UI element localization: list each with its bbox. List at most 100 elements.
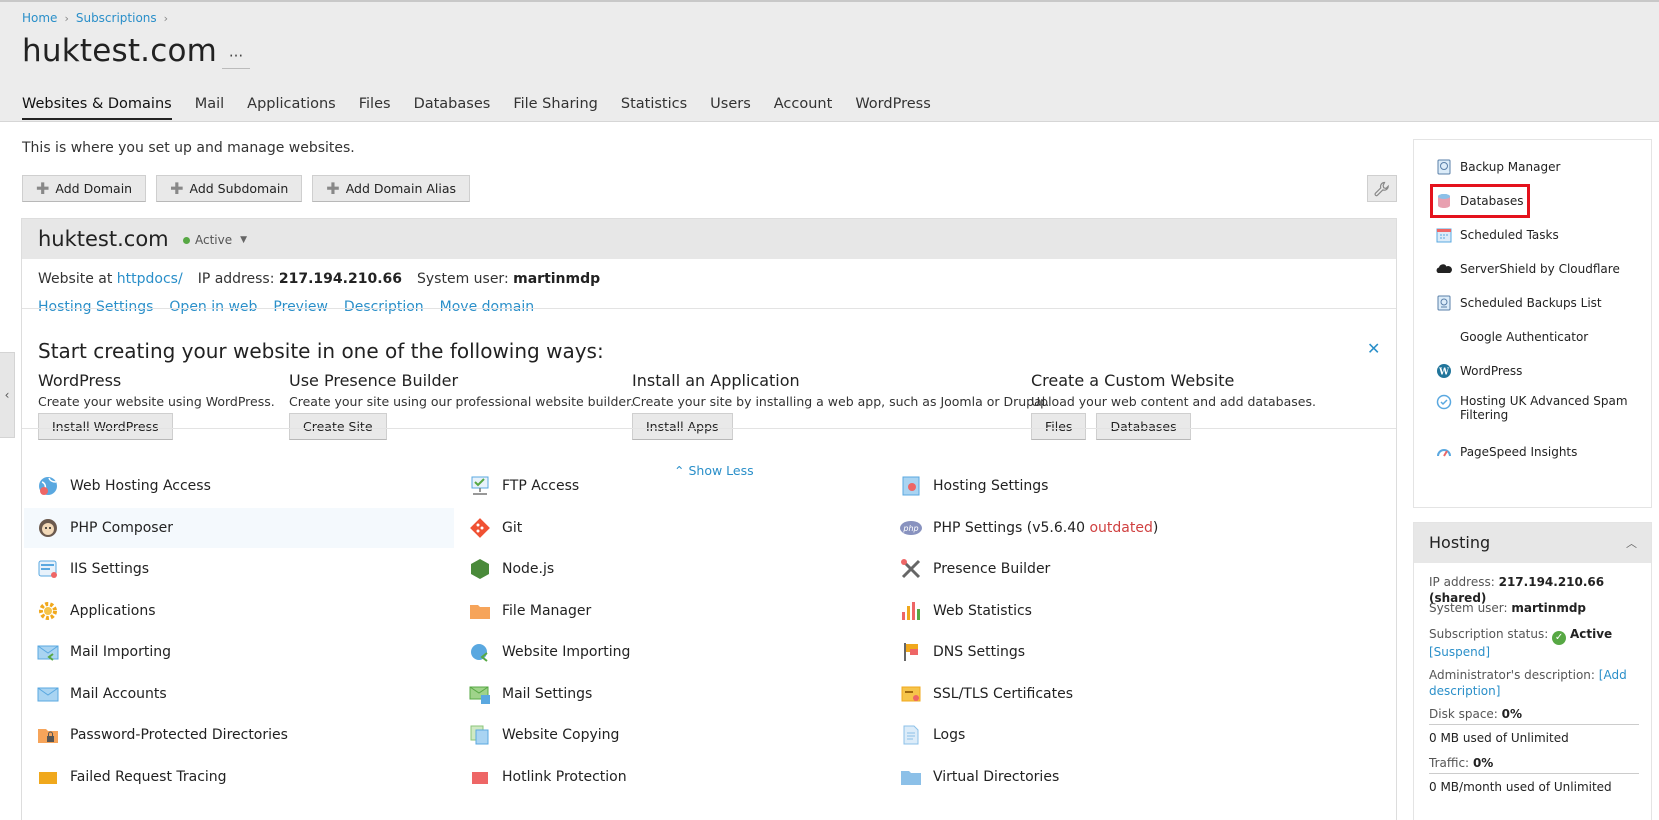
system-user-value: martinmdp xyxy=(513,271,601,287)
files-button[interactable]: Files xyxy=(1031,413,1087,440)
side-item-backup-manager[interactable]: Backup Manager xyxy=(1436,156,1560,178)
install-apps-button[interactable]: Install Apps xyxy=(632,413,733,440)
move-domain-link[interactable]: Move domain xyxy=(440,299,534,315)
hosting-traffic-used: 0 MB/month used of Unlimited xyxy=(1429,780,1612,794)
tab-files[interactable]: Files xyxy=(359,96,391,120)
tab-websites-domains[interactable]: Websites & Domains xyxy=(22,96,172,120)
hosting-subscription-status: Subscription status: ✓ Active [Suspend] xyxy=(1429,627,1613,659)
side-item-google-authenticator[interactable]: Google Authenticator xyxy=(1436,326,1588,348)
plus-icon: ✚ xyxy=(170,178,184,198)
tab-users[interactable]: Users xyxy=(710,96,751,120)
tool-mail-importing[interactable]: Mail Importing xyxy=(24,632,454,672)
tab-wordpress[interactable]: WordPress xyxy=(855,96,930,120)
mail-settings-icon xyxy=(468,682,492,706)
traffic-usage-bar xyxy=(1429,773,1639,774)
tool-iis-settings[interactable]: IIS Settings xyxy=(24,549,454,589)
status-dropdown[interactable]: Active ▼ xyxy=(183,233,247,247)
git-icon xyxy=(468,516,492,540)
tool-git[interactable]: Git xyxy=(456,508,876,548)
tool-hosting-settings[interactable]: Hosting Settings xyxy=(887,466,1307,506)
hosting-settings-icon xyxy=(899,474,923,498)
tool-applications[interactable]: Applications xyxy=(24,591,454,631)
open-in-web-link[interactable]: Open in web xyxy=(169,299,257,315)
preview-link[interactable]: Preview xyxy=(273,299,328,315)
mail-import-icon xyxy=(36,640,60,664)
tab-applications[interactable]: Applications xyxy=(247,96,336,120)
hosting-system-user: System user: martinmdp xyxy=(1429,601,1587,615)
ip-label: IP address: xyxy=(197,271,275,287)
globe-import-icon xyxy=(468,640,492,664)
suspend-link[interactable]: [Suspend] xyxy=(1429,645,1490,659)
composer-icon xyxy=(36,516,60,540)
hosting-settings-link[interactable]: Hosting Settings xyxy=(38,299,153,315)
breadcrumb-subscriptions[interactable]: Subscriptions xyxy=(76,11,157,25)
svg-text:php: php xyxy=(902,524,918,533)
folder-icon xyxy=(899,765,923,789)
tool-file-manager[interactable]: File Manager xyxy=(456,591,876,631)
tool-dns-settings[interactable]: DNS Settings xyxy=(887,632,1307,672)
databases-button[interactable]: Databases xyxy=(1096,413,1191,440)
tab-mail[interactable]: Mail xyxy=(195,96,224,120)
side-item-pagespeed[interactable]: PageSpeed Insights xyxy=(1436,441,1577,463)
page-title: huktest.com xyxy=(22,33,218,69)
chevron-left-icon: ‹ xyxy=(4,388,10,402)
globe-user-icon xyxy=(36,474,60,498)
wrench-icon[interactable] xyxy=(1367,175,1397,202)
side-item-wordpress[interactable]: W WordPress xyxy=(1436,360,1522,382)
side-item-spam-filtering[interactable]: Hosting UK Advanced Spam Filtering xyxy=(1436,394,1636,423)
side-item-scheduled-backups[interactable]: Scheduled Backups List xyxy=(1436,292,1602,314)
tab-account[interactable]: Account xyxy=(774,96,833,120)
tool-presence-builder[interactable]: Presence Builder xyxy=(887,549,1307,589)
tool-hotlink-protection[interactable]: Hotlink Protection xyxy=(456,757,876,797)
tool-ssl-certificates[interactable]: SSL/TLS Certificates xyxy=(887,674,1307,714)
tool-website-importing[interactable]: Website Importing xyxy=(456,632,876,672)
tool-logs[interactable]: Logs xyxy=(887,715,1307,755)
close-icon[interactable]: ✕ xyxy=(1367,339,1380,358)
database-icon xyxy=(1436,193,1452,209)
tool-website-copying[interactable]: Website Copying xyxy=(456,715,876,755)
create-site-button[interactable]: Create Site xyxy=(289,413,387,440)
chevron-down-icon: ▼ xyxy=(240,235,248,245)
tool-failed-request-tracing[interactable]: Failed Request Tracing xyxy=(24,757,454,797)
tab-databases[interactable]: Databases xyxy=(414,96,491,120)
add-subdomain-button[interactable]: ✚ Add Subdomain xyxy=(156,175,303,202)
chevron-right-icon: › xyxy=(163,11,169,25)
main-tabs: Websites & Domains Mail Applications Fil… xyxy=(22,96,931,120)
plus-icon: ✚ xyxy=(36,178,50,198)
add-domain-alias-button[interactable]: ✚ Add Domain Alias xyxy=(312,175,471,202)
description-link[interactable]: Description xyxy=(344,299,424,315)
tool-web-statistics[interactable]: Web Statistics xyxy=(887,591,1307,631)
chevron-up-icon[interactable]: ︿ xyxy=(1626,535,1637,551)
more-actions-button[interactable]: ··· xyxy=(222,49,250,69)
status-dot-icon xyxy=(183,236,190,244)
side-item-servershield[interactable]: ServerShield by Cloudflare xyxy=(1436,258,1620,280)
tool-ftp-access[interactable]: FTP Access xyxy=(456,466,876,506)
domain-card: huktest.com Active ▼ Website at httpdocs… xyxy=(21,218,1397,820)
tool-php-composer[interactable]: PHP Composer xyxy=(24,508,454,548)
tool-virtual-directories[interactable]: Virtual Directories xyxy=(887,757,1307,797)
breadcrumb-home[interactable]: Home xyxy=(22,11,57,25)
add-domain-button[interactable]: ✚ Add Domain xyxy=(22,175,147,202)
tool-web-hosting-access[interactable]: Web Hosting Access xyxy=(24,466,454,506)
chevron-right-icon: › xyxy=(64,11,69,25)
sidebar-toggle[interactable]: ‹ xyxy=(0,352,15,438)
tab-statistics[interactable]: Statistics xyxy=(621,96,687,120)
install-wordpress-button[interactable]: Install WordPress xyxy=(38,413,173,440)
calendar-icon xyxy=(1436,227,1452,243)
toolbar: ✚ Add Domain ✚ Add Subdomain ✚ Add Domain A… xyxy=(22,175,471,202)
mail-icon xyxy=(36,682,60,706)
nodejs-icon xyxy=(468,557,492,581)
pagespeed-icon xyxy=(1436,444,1452,460)
tool-php-settings[interactable]: php PHP Settings (v5.6.40 outdated) xyxy=(887,508,1307,548)
tool-mail-settings[interactable]: Mail Settings xyxy=(456,674,876,714)
tab-file-sharing[interactable]: File Sharing xyxy=(513,96,598,120)
copy-icon xyxy=(468,723,492,747)
site-links: Hosting Settings Open in web Preview Des… xyxy=(38,299,534,315)
tool-mail-accounts[interactable]: Mail Accounts xyxy=(24,674,454,714)
tool-password-protected-directories[interactable]: Password-Protected Directories xyxy=(24,715,454,755)
side-item-databases[interactable]: Databases xyxy=(1430,184,1530,218)
side-item-scheduled-tasks[interactable]: Scheduled Tasks xyxy=(1436,224,1559,246)
tool-nodejs[interactable]: Node.js xyxy=(456,549,876,589)
website-at-label: Website at xyxy=(38,271,113,287)
httpdocs-link[interactable]: httpdocs/ xyxy=(117,271,183,287)
